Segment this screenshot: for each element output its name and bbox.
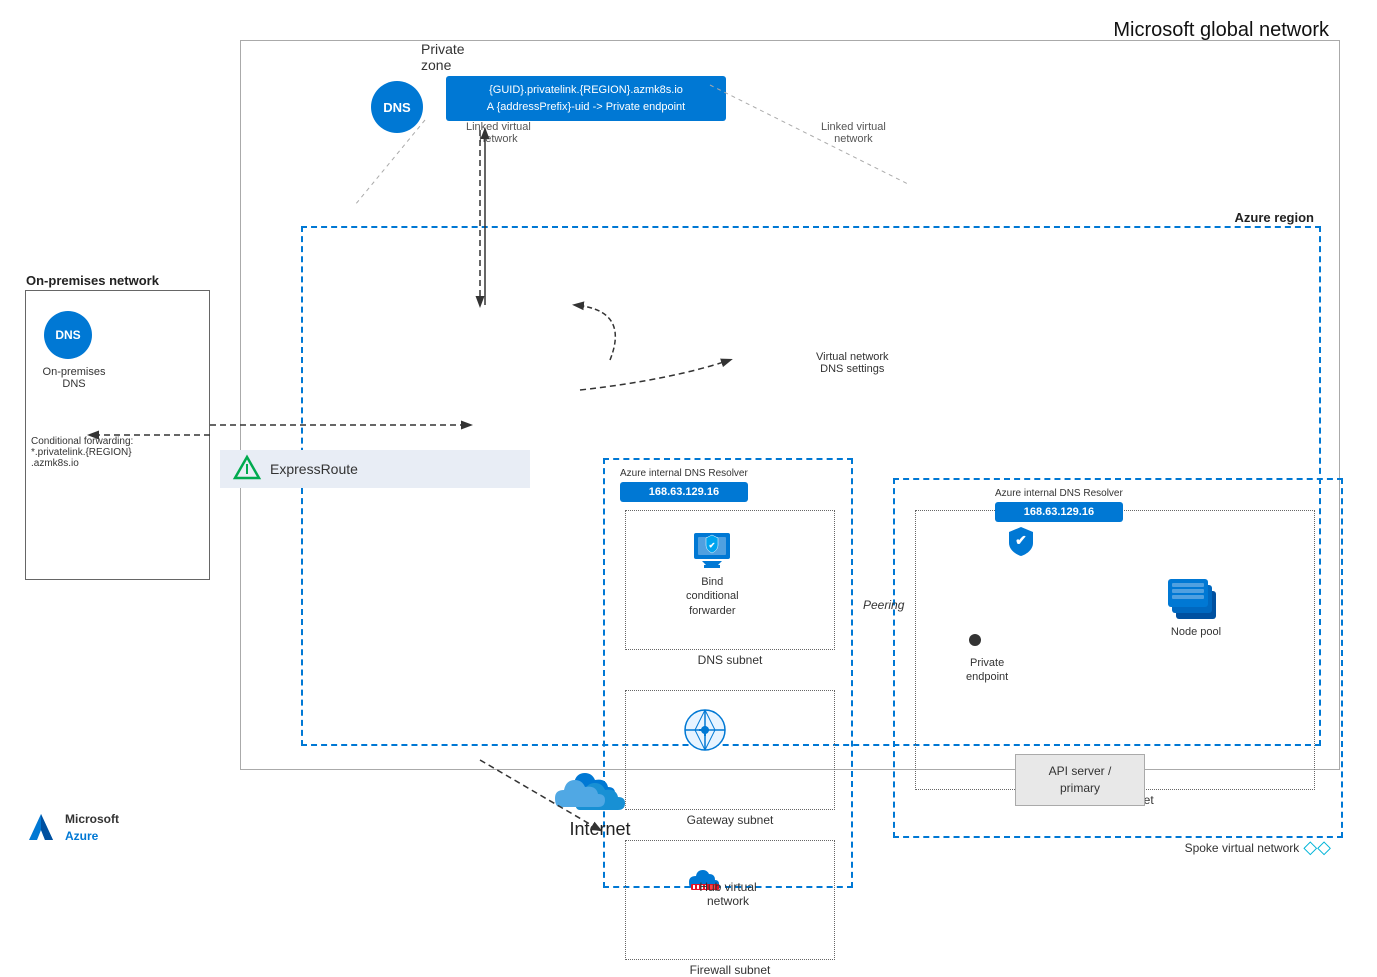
spoke-dns-ip-badge: 168.63.129.16 (995, 502, 1123, 522)
dns-globe-icon: DNS (371, 81, 423, 133)
dns-record-line1: {GUID}.privatelink.{REGION}.azmk8s.io (458, 82, 714, 99)
ms-global-network-label: Microsoft global network (1113, 19, 1329, 42)
private-zone-label: Private zone (421, 41, 465, 73)
private-endpoint-dot-icon (966, 631, 984, 649)
ms-azure-logo-text: Microsoft Azure (65, 811, 119, 845)
private-endpoint-wrap: Private endpoint (966, 631, 1008, 685)
svg-text:✔: ✔ (1015, 532, 1027, 548)
node-pool-wrap: Node pool (1166, 571, 1226, 639)
main-diagram: Microsoft global network Azure region DN… (10, 10, 1360, 860)
on-prem-dns-label: On-premises DNS (34, 366, 114, 390)
peering-label: Peering (863, 598, 904, 612)
dns-record-box: {GUID}.privatelink.{REGION}.azmk8s.io A … (446, 76, 726, 121)
spoke-shield-icon: ✔ (1005, 525, 1037, 557)
on-prem-dns-icon: DNS (44, 311, 92, 359)
cluster-subnet-box: Cluster subnet Private endpoint (915, 510, 1315, 790)
spoke-vnet-connector-icon: ◇◇ (1303, 837, 1331, 858)
spoke-dns-resolver-label: Azure internal DNS Resolver 168.63.129.1… (995, 488, 1123, 522)
dns-record-line2: A {addressPrefix}-uid -> Private endpoin… (458, 99, 714, 116)
spoke-vnet-label: Spoke virtual network (1185, 841, 1300, 855)
internet-cloud-icon (550, 745, 650, 815)
expressroute-icon (232, 454, 262, 484)
computer-icon: ✔ (690, 531, 734, 571)
dns-subnet-box: DNS subnet ✔ Bind conditional forwar (625, 510, 835, 650)
internet-label: Internet (569, 819, 630, 840)
on-premises-box: On-premises network DNS On-premises DNS … (25, 290, 210, 580)
internet-wrap: Internet (550, 745, 650, 840)
api-server-label: API server / primary (1049, 764, 1112, 795)
on-premises-label: On-premises network (26, 273, 159, 288)
gateway-icon (681, 706, 729, 754)
vnet-dns-settings-label: Virtual network DNS settings (816, 351, 889, 375)
linked-vnet-right-label: Linked virtual network (821, 121, 886, 145)
node-pool-label: Node pool (1171, 625, 1221, 639)
azure-logo-icon (25, 812, 57, 844)
api-server-box: API server / primary (1015, 754, 1145, 806)
ms-azure-logo: Microsoft Azure (25, 811, 119, 845)
hub-dns-ip-badge: 168.63.129.16 (620, 482, 748, 502)
spoke-vnet-label-wrap: Spoke virtual network ◇◇ (1185, 837, 1331, 858)
spoke-shield-icon-wrap: ✔ (1005, 525, 1037, 560)
ms-global-network-container: Microsoft global network Azure region DN… (240, 40, 1340, 770)
bind-forwarder-icon-wrap: ✔ Bind conditional forwarder (686, 531, 739, 618)
conditional-forwarding-label: Conditional forwarding: *.privatelink.{R… (31, 436, 133, 469)
dns-subnet-label: DNS subnet (698, 653, 763, 667)
gateway-subnet-box: Gateway subnet (625, 690, 835, 810)
spoke-vnet-box: Cluster subnet Private endpoint (893, 478, 1343, 838)
bind-forwarder-label: Bind conditional forwarder (686, 575, 739, 618)
private-endpoint-label: Private endpoint (966, 656, 1008, 685)
linked-vnet-left-label: Linked virtual network (466, 121, 531, 145)
svg-text:✔: ✔ (709, 541, 716, 550)
firewall-subnet-label: Firewall subnet (690, 963, 771, 977)
azure-region-label: Azure region (1235, 210, 1314, 225)
hub-vnet-label: Hub virtual network (699, 880, 756, 908)
hub-dns-resolver-label: Azure internal DNS Resolver 168.63.129.1… (620, 468, 748, 502)
expressroute-row: ExpressRoute (220, 450, 530, 488)
node-pool-icon (1166, 571, 1226, 621)
expressroute-label: ExpressRoute (270, 461, 358, 477)
gateway-icon-wrap (681, 706, 729, 754)
gateway-subnet-label: Gateway subnet (687, 813, 774, 827)
